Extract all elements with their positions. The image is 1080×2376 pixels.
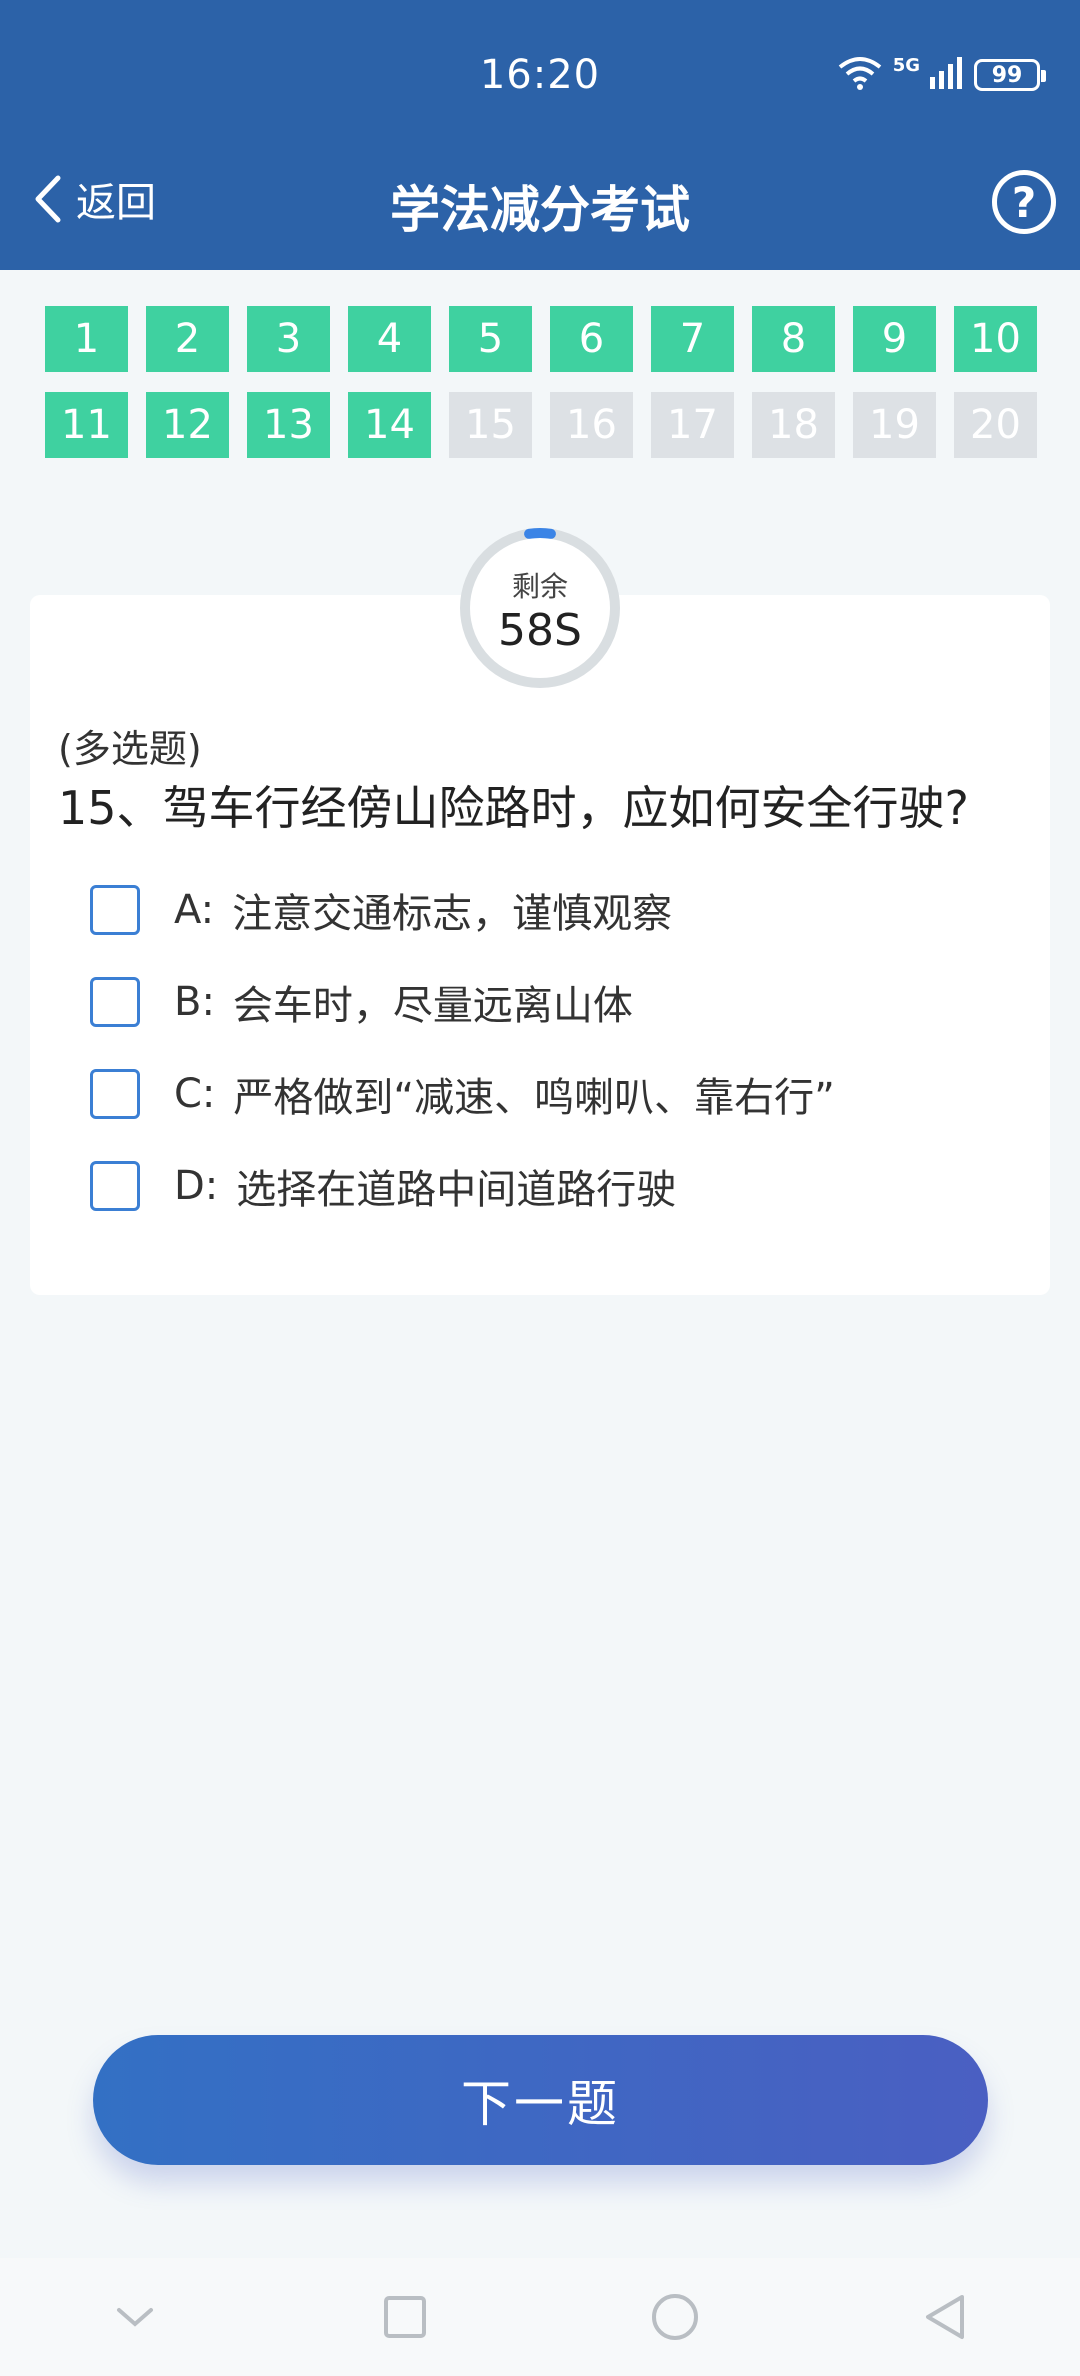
checkbox-c[interactable] <box>90 1069 140 1119</box>
option-d-text: 选择在道路中间道路行驶 <box>236 1167 677 1213</box>
checkbox-a[interactable] <box>90 885 140 935</box>
back-icon[interactable] <box>915 2287 975 2347</box>
home-icon[interactable] <box>645 2287 705 2347</box>
question-number-cell[interactable]: 11 <box>45 392 128 458</box>
question-progress-grid: 1 2 3 4 5 6 7 8 9 10 11 12 13 14 15 16 17 18 19 20 <box>45 306 1037 458</box>
question-number-cell[interactable]: 16 <box>550 392 633 458</box>
app-header: 16:20 5G 99 返回 学法减分考试 ? <box>0 0 1080 270</box>
question-number-cell[interactable]: 15 <box>449 392 532 458</box>
question-number-cell[interactable]: 6 <box>550 306 633 372</box>
question-number-cell[interactable]: 3 <box>247 306 330 372</box>
option-a-letter: A: <box>174 887 215 933</box>
system-nav-bar <box>0 2258 1080 2376</box>
option-b[interactable]: B: 会车时，尽量远离山体 <box>90 972 633 1032</box>
question-number-cell[interactable]: 17 <box>651 392 734 458</box>
question-number-cell[interactable]: 13 <box>247 392 330 458</box>
option-a[interactable]: A: 注意交通标志，谨慎观察 <box>90 880 672 940</box>
option-b-text: 会车时，尽量远离山体 <box>232 983 633 1029</box>
next-question-button[interactable]: 下一题 <box>93 2035 988 2165</box>
help-symbol: ? <box>1011 177 1037 227</box>
option-d[interactable]: D: 选择在道路中间道路行驶 <box>90 1156 676 1216</box>
checkbox-d[interactable] <box>90 1161 140 1211</box>
signal-icon <box>930 57 964 93</box>
countdown-timer: 剩余 58S <box>455 523 625 693</box>
question-number-cell[interactable]: 9 <box>853 306 936 372</box>
option-c-text: 严格做到“减速、鸣喇叭、靠右行” <box>233 1075 835 1121</box>
status-icons: 5G 99 <box>837 55 1046 95</box>
page-title: 学法减分考试 <box>390 181 690 239</box>
question-number-cell[interactable]: 5 <box>449 306 532 372</box>
timer-value: 58S <box>498 605 582 656</box>
option-b-letter: B: <box>174 979 215 1025</box>
question-number-cell[interactable]: 19 <box>853 392 936 458</box>
chevron-down-icon[interactable] <box>105 2287 165 2347</box>
question-number-cell[interactable]: 18 <box>752 392 835 458</box>
timer-label: 剩余 <box>511 570 568 603</box>
question-number-cell[interactable]: 8 <box>752 306 835 372</box>
question-text: 15、驾车行经傍山险路时，应如何安全行驶? <box>58 781 969 835</box>
question-number-cell[interactable]: 2 <box>146 306 229 372</box>
question-number-cell[interactable]: 7 <box>651 306 734 372</box>
help-icon[interactable]: ? <box>992 170 1056 234</box>
question-number-cell[interactable]: 12 <box>146 392 229 458</box>
question-number-cell[interactable]: 10 <box>954 306 1037 372</box>
battery-icon: 99 <box>974 59 1046 91</box>
question-number-cell[interactable]: 4 <box>348 306 431 372</box>
question-number-cell[interactable]: 14 <box>348 392 431 458</box>
option-a-text: 注意交通标志，谨慎观察 <box>232 891 673 937</box>
option-d-letter: D: <box>174 1163 219 1209</box>
option-c[interactable]: C: 严格做到“减速、鸣喇叭、靠右行” <box>90 1064 835 1124</box>
network-label: 5G <box>892 55 920 76</box>
question-number-cell[interactable]: 1 <box>45 306 128 372</box>
battery-level: 99 <box>991 62 1023 88</box>
recent-apps-icon[interactable] <box>375 2287 435 2347</box>
question-number-cell[interactable]: 20 <box>954 392 1037 458</box>
question-type: (多选题) <box>58 727 202 771</box>
option-c-letter: C: <box>174 1071 216 1117</box>
next-question-label: 下一题 <box>461 2075 620 2133</box>
wifi-icon <box>837 55 883 95</box>
checkbox-b[interactable] <box>90 977 140 1027</box>
